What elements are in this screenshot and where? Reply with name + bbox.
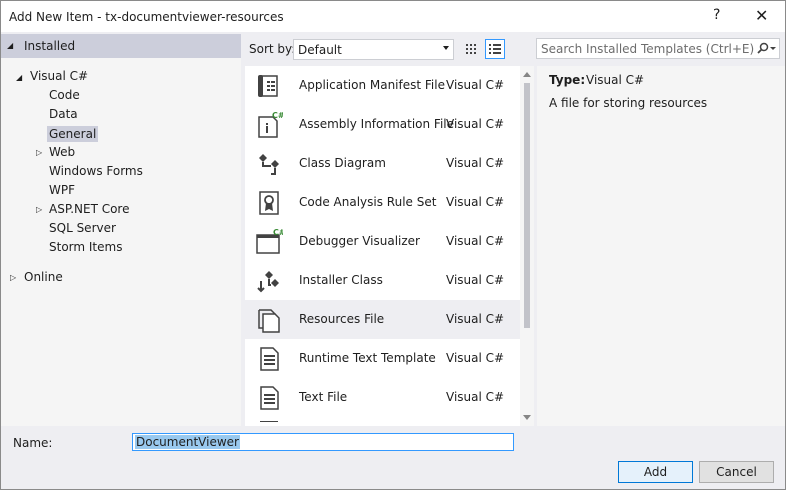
template-language: Visual C#: [446, 312, 505, 326]
template-language: Visual C#: [446, 273, 505, 287]
resources-file-icon: [258, 309, 280, 333]
tree-item-data[interactable]: Data: [49, 107, 78, 121]
assembly-info-icon: C#: [258, 111, 283, 138]
template-language: Visual C#: [446, 390, 505, 404]
sort-by-value: Default: [298, 43, 342, 57]
template-name: Runtime Text Template: [299, 351, 436, 365]
manifest-icon: [258, 75, 278, 97]
template-details-pane: Type: Visual C# A file for storing resou…: [537, 66, 785, 426]
template-row[interactable]: C# Assembly Information File Visual C#: [245, 105, 520, 144]
name-label: Name:: [13, 436, 53, 450]
template-language: Visual C#: [446, 351, 505, 365]
installer-class-icon: [257, 271, 279, 293]
rule-set-icon: [259, 191, 279, 215]
list-view-icon: [489, 44, 501, 54]
partial-item-icon: [260, 421, 278, 426]
template-row[interactable]: Runtime Text Template Visual C#: [245, 339, 520, 378]
small-icons-view-button[interactable]: [461, 39, 481, 59]
scrollbar-thumb[interactable]: [524, 83, 530, 328]
svg-text:C#: C#: [273, 228, 283, 237]
template-row-selected[interactable]: Resources File Visual C#: [245, 300, 520, 339]
template-language: Visual C#: [446, 117, 505, 131]
template-language: Visual C#: [446, 234, 505, 248]
name-input[interactable]: DocumentViewer: [132, 433, 514, 451]
expand-web-arrow-icon[interactable]: ▷: [36, 148, 42, 157]
cancel-button[interactable]: Cancel: [699, 461, 774, 483]
template-row[interactable]: Application Manifest File Visual C#: [245, 66, 520, 105]
search-icon[interactable]: [755, 42, 777, 56]
class-diagram-icon: [259, 154, 279, 175]
expand-visual-csharp-arrow-icon[interactable]: ◢: [16, 73, 22, 82]
template-list-scrollbar[interactable]: [520, 66, 534, 426]
template-row[interactable]: Code Analysis Rule Set Visual C#: [245, 183, 520, 222]
text-template-icon: [260, 347, 279, 371]
tree-item-storm-items[interactable]: Storm Items: [49, 240, 122, 254]
tree-item-wpf[interactable]: WPF: [49, 183, 75, 197]
sort-by-dropdown[interactable]: Default: [293, 39, 454, 60]
template-name: Resources File: [299, 312, 385, 326]
tree-item-aspnet-core[interactable]: ASP.NET Core: [49, 202, 129, 216]
search-placeholder: Search Installed Templates (Ctrl+E): [541, 42, 755, 56]
text-file-icon: [260, 386, 279, 410]
template-row[interactable]: Text File Visual C#: [245, 378, 520, 417]
type-value: Visual C#: [586, 73, 645, 87]
template-name: Application Manifest File: [299, 78, 445, 92]
template-row[interactable]: C# Debugger Visualizer Visual C#: [245, 222, 520, 261]
tree-item-visual-csharp[interactable]: Visual C#: [30, 69, 88, 83]
list-view-button[interactable]: [485, 39, 505, 59]
chevron-down-icon: [443, 46, 449, 50]
add-new-item-dialog: Add New Item - tx-documentviewer-resourc…: [0, 0, 786, 490]
template-category-tree: ◢ Installed ◢ Visual C# Code Data Genera…: [1, 34, 241, 426]
template-name: Code Analysis Rule Set: [299, 195, 437, 209]
window-title: Add New Item - tx-documentviewer-resourc…: [9, 10, 284, 24]
tree-label-installed: Installed: [24, 39, 76, 53]
template-language: Visual C#: [446, 195, 505, 209]
template-language: Visual C#: [446, 78, 505, 92]
scroll-down-arrow-icon[interactable]: [523, 415, 531, 420]
search-templates-input[interactable]: Search Installed Templates (Ctrl+E): [536, 38, 780, 59]
tree-item-sql-server[interactable]: SQL Server: [49, 221, 116, 235]
expand-aspnet-core-arrow-icon[interactable]: ▷: [36, 205, 42, 214]
close-button[interactable]: ✕: [755, 6, 768, 25]
template-list: Application Manifest File Visual C# C# A…: [245, 66, 520, 426]
collapse-arrow-icon[interactable]: ◢: [7, 41, 13, 50]
tree-item-web[interactable]: Web: [49, 145, 75, 159]
tree-item-installed[interactable]: ◢ Installed: [1, 34, 241, 58]
title-bar: Add New Item - tx-documentviewer-resourc…: [1, 1, 785, 32]
grid-view-icon: [466, 44, 476, 54]
tree-item-general[interactable]: General: [47, 126, 99, 142]
expand-online-arrow-icon[interactable]: ▷: [10, 273, 16, 282]
tree-item-code[interactable]: Code: [49, 88, 80, 102]
template-row[interactable]: Class Diagram Visual C#: [245, 144, 520, 183]
template-name: Assembly Information File: [299, 117, 455, 131]
debugger-visualizer-icon: C#: [256, 228, 283, 254]
name-input-value: DocumentViewer: [135, 435, 240, 449]
sort-by-label: Sort by:: [249, 42, 296, 56]
tree-item-windows-forms[interactable]: Windows Forms: [49, 164, 143, 178]
type-label: Type:: [549, 73, 586, 87]
template-language: Visual C#: [446, 156, 505, 170]
template-name: Text File: [299, 390, 348, 404]
template-row[interactable]: Installer Class Visual C#: [245, 261, 520, 300]
template-description: A file for storing resources: [549, 96, 708, 110]
template-name: Class Diagram: [299, 156, 386, 170]
help-button[interactable]: ?: [713, 7, 720, 23]
scroll-up-arrow-icon[interactable]: [523, 72, 531, 77]
add-button[interactable]: Add: [618, 461, 693, 483]
svg-text:C#: C#: [272, 111, 283, 120]
template-name: Installer Class: [299, 273, 383, 287]
tree-item-online[interactable]: Online: [24, 270, 63, 284]
template-name: Debugger Visualizer: [299, 234, 420, 248]
